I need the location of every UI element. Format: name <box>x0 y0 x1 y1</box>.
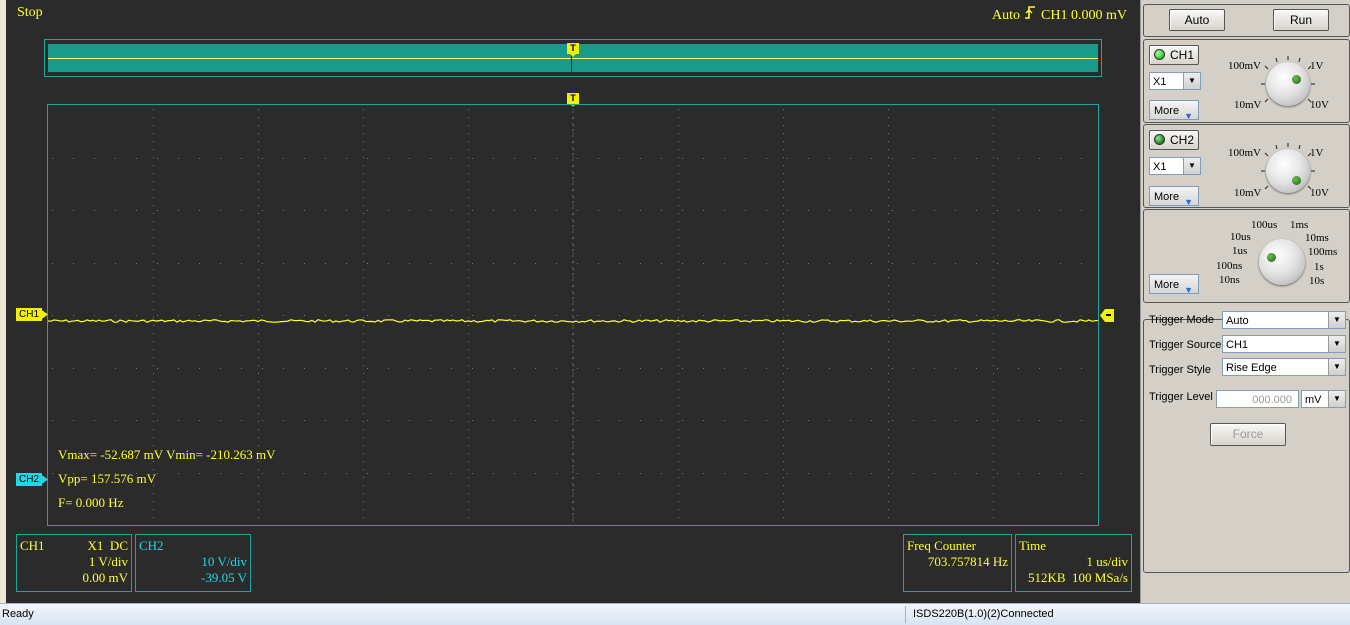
chevron-down-icon: ▼ <box>1184 285 1193 295</box>
ch2-more-label: More <box>1154 191 1180 203</box>
ch1-info-box[interactable]: CH1 X1 DC 1 V/div 0.00 mV <box>16 534 132 592</box>
timebase-info-box[interactable]: Time 1 us/div 512KB 100 MSa/s <box>1015 534 1132 592</box>
trigger-level-unit-value: mV <box>1305 394 1322 406</box>
ch2-info-scale: 10 V/div <box>201 554 247 569</box>
trigger-style-select[interactable]: Rise Edge ▼ <box>1222 358 1346 376</box>
ch2-led-icon <box>1154 134 1165 145</box>
run-state-text: Stop <box>17 5 43 20</box>
ch2-control-group: CH2 X1 ▼ More ▼ 100mV 1V 10mV 10V <box>1143 124 1350 208</box>
status-connection-text: ISDS220B(1.0)(2)Connected <box>913 608 1054 620</box>
trigger-mode-readout: Auto <box>992 8 1020 23</box>
trigger-mode-select[interactable]: Auto ▼ <box>1222 311 1346 329</box>
rise-edge-icon <box>1024 5 1038 24</box>
ch1-volts-div-knob[interactable] <box>1266 62 1310 106</box>
run-button[interactable]: Run <box>1273 9 1329 31</box>
timebase-label-10ms: 10ms <box>1305 232 1329 244</box>
auto-button[interactable]: Auto <box>1169 9 1225 31</box>
trigger-level-input[interactable]: 000.000 <box>1216 390 1299 408</box>
chevron-down-icon: ▼ <box>1328 312 1345 328</box>
ch1-toggle-label: CH1 <box>1170 48 1195 62</box>
overview-trigger-marker[interactable]: T <box>567 43 579 57</box>
ch2-toggle-label: CH2 <box>1170 133 1195 147</box>
ch2-marker-arrow <box>39 473 48 486</box>
timebase-info-scale: 1 us/div <box>1086 554 1128 569</box>
timebase-label-10s: 10s <box>1309 275 1325 287</box>
status-divider <box>905 606 906 623</box>
trigger-control-group: Trigger Mode Auto ▼ Trigger Source CH1 ▼… <box>1143 311 1350 573</box>
ch1-more-button[interactable]: More ▼ <box>1149 100 1199 121</box>
trigger-position-marker[interactable]: T <box>567 93 579 107</box>
trigger-source-value: CH1 <box>1226 339 1249 351</box>
ch1-more-label: More <box>1154 105 1180 117</box>
measure-vpp: Vpp= 157.576 mV <box>58 471 156 486</box>
timebase-label-1us: 1us <box>1232 245 1248 257</box>
trigger-source-select[interactable]: CH1 ▼ <box>1222 335 1346 353</box>
timebase-more-label: More <box>1154 279 1180 291</box>
ch2-info-offset: -39.05 V <box>201 570 247 585</box>
ch2-volts-div-knob[interactable] <box>1266 149 1310 193</box>
freq-counter-value: 703.757814 Hz <box>927 554 1008 569</box>
timebase-info-title: Time <box>1019 538 1046 553</box>
timebase-label-10us: 10us <box>1230 231 1251 243</box>
timebase-info-rate: 512KB 100 MSa/s <box>1027 570 1128 585</box>
ch1-led-icon <box>1154 49 1165 60</box>
trigger-source-label: Trigger Source <box>1149 339 1222 351</box>
trigger-level-marker[interactable] <box>1100 309 1114 322</box>
ch2-more-button[interactable]: More ▼ <box>1149 186 1199 207</box>
measure-vmax-vmin: Vmax= -52.687 mV Vmin= -210.263 mV <box>58 447 276 462</box>
timebase-label-100us: 100us <box>1251 219 1278 231</box>
ch1-info-name: CH1 <box>20 538 45 553</box>
ch2-info-box[interactable]: CH2 10 V/div -39.05 V <box>135 534 251 592</box>
trigger-style-value: Rise Edge <box>1226 362 1277 374</box>
freq-counter-title: Freq Counter <box>907 538 976 553</box>
timebase-label-1s: 1s <box>1314 261 1324 273</box>
timebase-more-button[interactable]: More ▼ <box>1149 274 1199 295</box>
freq-counter-box: Freq Counter 703.757814 Hz <box>903 534 1012 592</box>
ch1-control-group: CH1 X1 ▼ More ▼ 100mV 1V 10mV 10V <box>1143 39 1350 123</box>
run-control-group: Auto Run <box>1143 4 1350 37</box>
ch1-probe-select[interactable]: X1 ▼ <box>1149 72 1201 90</box>
chevron-down-icon: ▼ <box>1328 336 1345 352</box>
force-trigger-button[interactable]: Force <box>1210 423 1286 446</box>
ch2-probe-select[interactable]: X1 ▼ <box>1149 157 1201 175</box>
timebase-knob[interactable] <box>1259 239 1305 285</box>
ch1-toggle-button[interactable]: CH1 <box>1149 45 1199 65</box>
measure-frequency: F= 0.000 Hz <box>58 495 124 510</box>
ch1-marker-arrow <box>39 308 48 321</box>
ch2-info-name: CH2 <box>139 538 164 553</box>
ch2-toggle-button[interactable]: CH2 <box>1149 130 1199 150</box>
control-panel: Auto Run CH1 X1 ▼ More ▼ 100mV 1V 10mV 10… <box>1140 0 1350 603</box>
trigger-level-label: Trigger Level <box>1149 391 1213 403</box>
trigger-info: Auto CH1 0.000 mV <box>992 5 1127 24</box>
trigger-level-unit-select[interactable]: mV ▼ <box>1301 390 1346 408</box>
trigger-mode-value: Auto <box>1226 315 1249 327</box>
timebase-label-100ms: 100ms <box>1308 246 1338 258</box>
chevron-down-icon: ▼ <box>1184 111 1193 121</box>
ch2-knob-label-100mv: 100mV <box>1228 147 1261 159</box>
trigger-style-label: Trigger Style <box>1149 364 1211 376</box>
ch1-info-scale: 1 V/div <box>88 554 128 569</box>
trigger-level-readout: 0.000 mV <box>1070 8 1127 23</box>
timebase-control-group: 100us 1ms 10us 10ms 1us 100ms 100ns 1s 1… <box>1143 209 1350 303</box>
chevron-down-icon: ▼ <box>1328 391 1345 407</box>
status-bar: Ready ISDS220B(1.0)(2)Connected <box>0 603 1350 625</box>
status-ready-text: Ready <box>2 608 34 620</box>
trigger-channel-readout: CH1 <box>1041 8 1068 23</box>
chevron-down-icon: ▼ <box>1183 73 1200 89</box>
chevron-down-icon: ▼ <box>1328 359 1345 375</box>
trigger-mode-label: Trigger Mode <box>1149 314 1215 326</box>
chevron-down-icon: ▼ <box>1183 158 1200 174</box>
scope-display: Stop Auto CH1 0.000 mV T T Vmax= -52.687… <box>0 0 1140 603</box>
ch1-knob-label-100mv: 100mV <box>1228 60 1261 72</box>
timebase-label-1ms: 1ms <box>1290 219 1309 231</box>
timebase-label-100ns: 100ns <box>1216 260 1243 272</box>
ch2-probe-value: X1 <box>1153 161 1167 173</box>
ch1-info-offset: 0.00 mV <box>82 570 129 585</box>
ch1-probe-value: X1 <box>1153 76 1167 88</box>
timebase-label-10ns: 10ns <box>1219 274 1240 286</box>
ch1-info-probe-coupling: X1 DC <box>87 538 128 553</box>
waveform-graticule: Vmax= -52.687 mV Vmin= -210.263 mV Vpp= … <box>47 104 1099 526</box>
